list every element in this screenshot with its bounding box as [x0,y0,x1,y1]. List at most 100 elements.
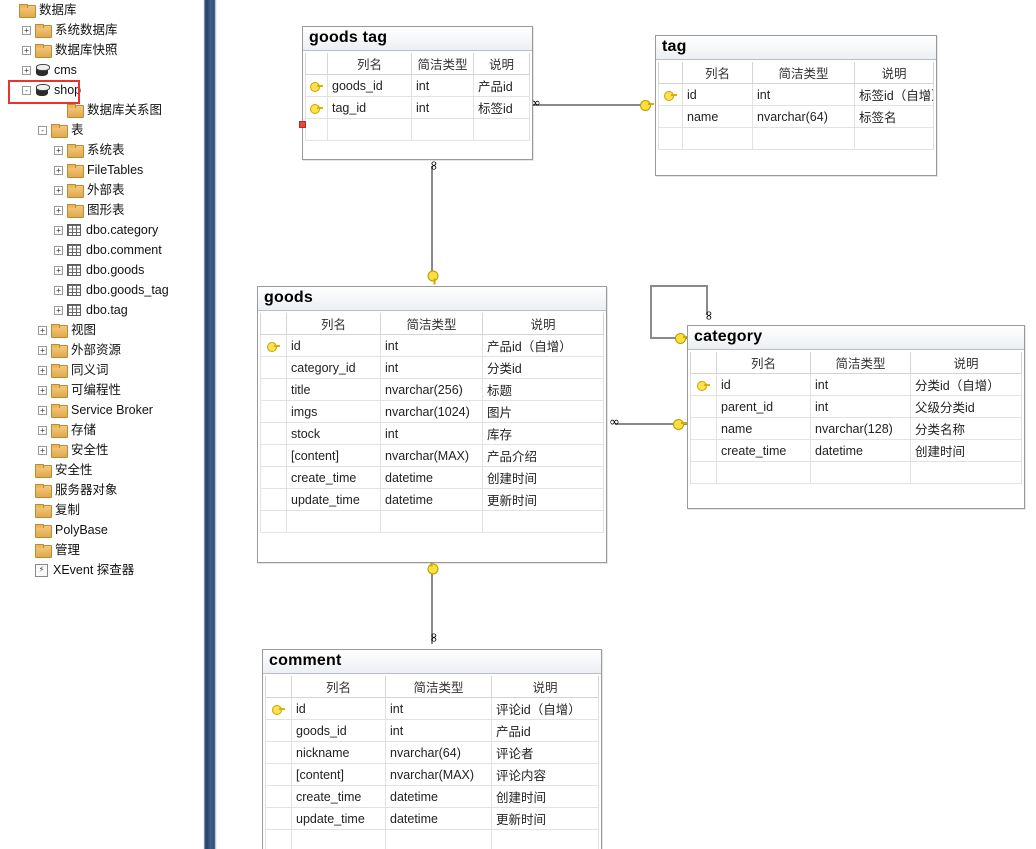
expand-icon[interactable]: + [22,65,31,75]
diagram-table-comment[interactable]: comment 列名 简洁类型 说明 id int 评论id（自增） goods_id… [262,649,602,849]
collapse-icon[interactable]: - [38,125,47,135]
expand-icon[interactable]: + [38,345,47,355]
table-row[interactable]: title nvarchar(256) 标题 [260,378,604,401]
tree-node-数据库关系图[interactable]: 数据库关系图 [0,100,203,120]
database-diagram-canvas[interactable]: ∞ ∞ ∞ ∞ ∞ goods tag 列名 简洁类型 说明 goods_id … [217,0,1036,849]
tree-node-存储[interactable]: + 存储 [0,420,203,440]
tree-node-安全性[interactable]: 安全性 [0,460,203,480]
tree-node-外部资源[interactable]: + 外部资源 [0,340,203,360]
expand-icon[interactable]: + [22,45,31,55]
expand-icon[interactable]: + [54,265,63,275]
table-title-goods-tag: goods tag [303,27,532,51]
table-row[interactable]: tag_id int 标签id [305,96,530,119]
table-row[interactable]: id int 评论id（自增） [265,697,599,720]
tree-node-表[interactable]: -表 [0,120,203,140]
tree-node-外部表[interactable]: + 外部表 [0,180,203,200]
tree-node-复制[interactable]: 复制 [0,500,203,520]
expand-icon[interactable]: + [22,25,31,35]
table-row[interactable]: create_time datetime 创建时间 [260,466,604,489]
table-row[interactable]: [content] nvarchar(MAX) 评论内容 [265,763,599,786]
tree-node-服务器对象[interactable]: 服务器对象 [0,480,203,500]
expand-icon[interactable]: + [38,365,47,375]
table-row[interactable]: id int 产品id（自增） [260,334,604,357]
tree-node-XEvent 探查器[interactable]: ⚡ XEvent 探查器 [0,560,203,580]
column-type-cell: nvarchar(MAX) [385,763,492,786]
tree-node-管理[interactable]: 管理 [0,540,203,560]
expand-icon[interactable]: + [38,385,47,395]
relationship-category-self-top-line[interactable] [650,285,708,287]
table-row[interactable]: create_time datetime 创建时间 [265,785,599,808]
table-row[interactable]: id int 分类id（自增） [690,373,1022,396]
tree-node-label: cms [54,63,77,77]
expand-icon[interactable]: + [54,305,63,315]
table-row[interactable]: parent_id int 父级分类id [690,395,1022,418]
explorer-splitter[interactable] [203,0,217,849]
tree-node-dbo.tag[interactable]: + dbo.tag [0,300,203,320]
expand-icon[interactable]: + [54,245,63,255]
diagram-table-category[interactable]: category 列名 简洁类型 说明 id int 分类id（自增） parent_… [687,325,1025,509]
tree-node-FileTables[interactable]: + FileTables [0,160,203,180]
table-row-empty[interactable] [305,118,530,141]
relationship-goods-tag-to-goods-line[interactable] [431,166,433,278]
table-row[interactable]: stock int 库存 [260,422,604,445]
table-row-empty[interactable] [260,510,604,533]
table-row-empty[interactable] [658,127,934,150]
table-row[interactable]: create_time datetime 创建时间 [690,439,1022,462]
expand-icon[interactable]: + [54,165,63,175]
expand-icon[interactable]: + [38,325,47,335]
table-row[interactable]: update_time datetime 更新时间 [260,488,604,511]
table-row[interactable]: imgs nvarchar(1024) 图片 [260,400,604,423]
table-row[interactable]: category_id int 分类id [260,356,604,379]
tree-node-shop[interactable]: - shop [0,80,203,100]
tree-node-label: dbo.goods [86,263,145,277]
table-row[interactable]: goods_id int 产品id [305,74,530,97]
table-row[interactable]: name nvarchar(64) 标签名 [658,105,934,128]
column-type-cell: int [380,334,483,357]
table-row[interactable]: name nvarchar(128) 分类名称 [690,417,1022,440]
tree-node-dbo.goods[interactable]: + dbo.goods [0,260,203,280]
tree-node-cms[interactable]: + cms [0,60,203,80]
empty-cell [265,829,292,849]
tree-node-数据库[interactable]: 数据库 [0,0,203,20]
tree-node-视图[interactable]: + 视图 [0,320,203,340]
expand-icon[interactable]: + [54,185,63,195]
tree-node-PolyBase[interactable]: PolyBase [0,520,203,540]
table-row-empty[interactable] [265,829,599,849]
table-header-row: 列名 简洁类型 说明 [690,352,1022,374]
object-explorer-tree[interactable]: 数据库 + 系统数据库 + 数据库快照 + cms - shop 数据库关系图 - 表 + 系统表 + Fil… [0,0,203,849]
expand-icon[interactable]: + [54,285,63,295]
relationship-category-self-left-line[interactable] [650,285,652,338]
folder-icon [35,504,52,518]
table-row[interactable]: [content] nvarchar(MAX) 产品介绍 [260,444,604,467]
diagram-table-tag[interactable]: tag 列名 简洁类型 说明 idint标签id（自增）namenvarchar… [655,35,937,176]
expand-icon[interactable]: + [38,445,47,455]
diagram-table-goods[interactable]: goods 列名 简洁类型 说明 id int 产品id（自增） category_i… [257,286,607,563]
diagram-table-goods-tag[interactable]: goods tag 列名 简洁类型 说明 goods_id int 产品id tag_… [299,26,533,160]
expand-icon[interactable]: + [38,405,47,415]
tree-node-Service Broker[interactable]: + Service Broker [0,400,203,420]
collapse-icon[interactable]: - [22,85,31,95]
tree-node-图形表[interactable]: + 图形表 [0,200,203,220]
tree-node-dbo.goods_tag[interactable]: + dbo.goods_tag [0,280,203,300]
tree-node-安全性[interactable]: + 安全性 [0,440,203,460]
tree-node-数据库快照[interactable]: + 数据库快照 [0,40,203,60]
relationship-goods-tag-to-goods-key-end [428,271,439,285]
tree-node-系统数据库[interactable]: + 系统数据库 [0,20,203,40]
expand-icon[interactable]: + [54,225,63,235]
expand-icon[interactable]: + [54,205,63,215]
table-row-empty[interactable] [690,461,1022,484]
tree-node-系统表[interactable]: + 系统表 [0,140,203,160]
table-row[interactable]: goods_id int 产品id [265,719,599,742]
tree-node-可编程性[interactable]: + 可编程性 [0,380,203,400]
tree-node-同义词[interactable]: + 同义词 [0,360,203,380]
tree-node-dbo.category[interactable]: + dbo.category [0,220,203,240]
relationship-goods-tag-to-tag-line[interactable] [533,104,643,106]
key-column-header [305,53,328,75]
expand-icon[interactable]: + [54,145,63,155]
expand-icon[interactable]: + [38,425,47,435]
table-row[interactable]: nickname nvarchar(64) 评论者 [265,741,599,764]
table-row[interactable]: update_time datetime 更新时间 [265,807,599,830]
tree-node-dbo.comment[interactable]: + dbo.comment [0,240,203,260]
table-row[interactable]: idint标签id（自增） [658,83,934,106]
column-desc-cell: 产品id [473,74,530,97]
